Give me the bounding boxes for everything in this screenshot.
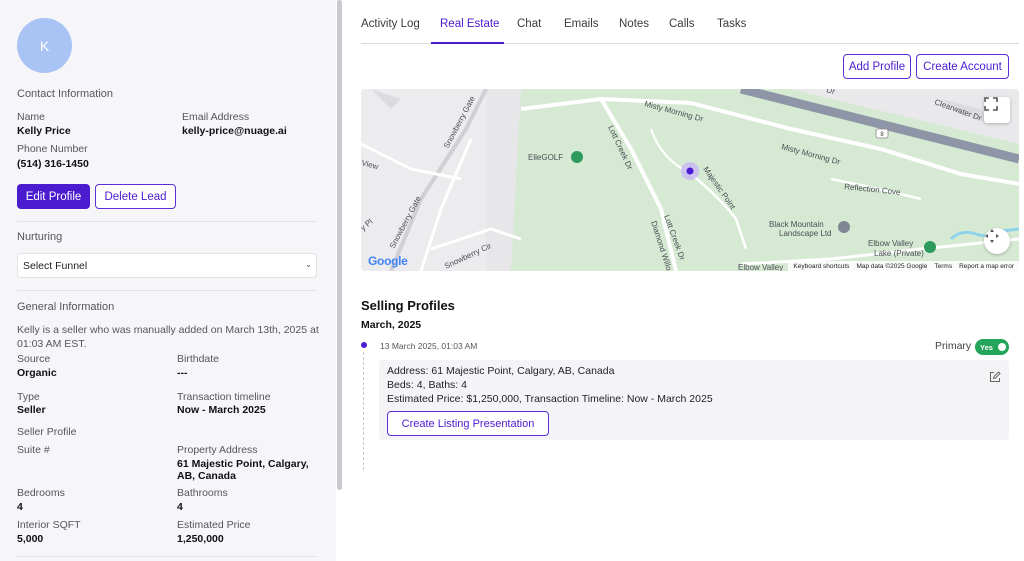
google-logo-text: Google [368,254,408,268]
active-tab-indicator [431,42,504,44]
create-listing-presentation-button[interactable]: Create Listing Presentation [387,411,549,436]
phone-value: (514) 316-1450 [17,158,89,170]
divider [17,556,317,557]
keyboard-shortcuts-link[interactable]: Keyboard shortcuts [793,263,849,270]
transaction-timeline-value: Now - March 2025 [177,404,266,416]
nurturing-title: Nurturing [17,231,63,243]
map-label: Lake (Private) [874,249,924,258]
avatar: K [17,18,72,73]
tab-calls[interactable]: Calls [669,18,695,30]
business-pin-icon [838,221,850,233]
tab-chat[interactable]: Chat [517,18,541,30]
funnel-select-value: Select Funnel [23,259,88,272]
property-map[interactable]: 8 Misty Morning Dr Misty Morning Dr Lott… [361,89,1019,271]
map-label: Landscape Ltd [779,229,832,238]
create-account-button[interactable]: Create Account [916,54,1009,79]
phone-label: Phone Number [17,143,88,155]
seller-profile-title: Seller Profile [17,426,77,438]
birthdate-label: Birthdate [177,353,220,365]
estimated-price-value: 1,250,000 [177,533,224,545]
timeline-dot [361,342,367,348]
park-pin-icon [924,241,936,253]
chevron-down-icon: ⌄ [305,260,312,269]
estimated-price-label: Estimated Price [177,519,251,531]
property-address-value: 61 Majestic Point, Calgary, AB, Canada [177,458,309,482]
report-map-error-link[interactable]: Report a map error [959,263,1014,270]
lead-detail-page: K Contact Information Name Kelly Price E… [0,0,1024,561]
sqft-value: 5,000 [17,533,44,545]
funnel-select[interactable]: Select Funnel ⌄ [17,253,317,278]
timeline-line [363,352,364,470]
divider [17,290,317,291]
map-label: Elbow Valley [868,239,913,248]
map-label: ElleGOLF [528,153,563,162]
fullscreen-button[interactable] [984,97,1010,123]
profile-price-timeline: Estimated Price: $1,250,000, Transaction… [387,393,713,405]
source-label: Source [17,353,51,365]
avatar-initial: K [39,37,50,54]
edit-icon [990,371,1001,382]
divider [17,221,317,222]
name-value: Kelly Price [17,125,71,137]
toggle-knob [998,343,1006,351]
birthdate-value: --- [177,367,188,379]
tab-tasks[interactable]: Tasks [717,18,746,30]
bedrooms-value: 4 [17,501,23,513]
bathrooms-value: 4 [177,501,183,513]
profile-address: Address: 61 Majestic Point, Calgary, AB,… [387,365,615,377]
tab-emails[interactable]: Emails [564,18,599,30]
map-pan-button[interactable] [984,228,1010,254]
edit-profile-button[interactable]: Edit Profile [17,184,90,209]
selling-profile-card: Address: 61 Majestic Point, Calgary, AB,… [379,360,1009,440]
primary-toggle-text: Yes [980,342,993,352]
map-data-text: Map data ©2025 Google [856,262,928,270]
general-info-title: General Information [17,301,115,313]
fullscreen-icon [984,97,998,111]
tab-notes[interactable]: Notes [619,18,649,30]
sqft-label: Interior SQFT [17,519,81,531]
pan-arrows-icon [985,229,999,243]
name-label: Name [17,111,46,123]
bedrooms-label: Bedrooms [17,487,65,499]
tab-real-estate[interactable]: Real Estate [440,18,499,30]
primary-toggle[interactable]: Yes [975,339,1009,355]
profile-timestamp: 13 March 2025, 01:03 AM [380,341,478,351]
email-label: Email Address [182,111,250,123]
type-value: Seller [17,404,46,416]
edit-profile-card-button[interactable] [989,370,1001,388]
profile-beds-baths: Beds: 4, Baths: 4 [387,379,467,391]
lead-description: Kelly is a seller who was manually added… [17,324,319,350]
email-value: kelly-price@nuage.ai [182,125,287,137]
lead-sidebar: K Contact Information Name Kelly Price E… [0,0,336,561]
sidebar-scrollbar[interactable] [337,0,342,490]
source-value: Organic [17,367,57,379]
primary-label: Primary [935,340,972,352]
terms-link[interactable]: Terms [934,263,952,270]
map-label: Black Mountain [769,220,824,229]
map-credits: Keyboard shortcuts Map data ©2025 Google… [788,261,1019,271]
selling-profiles-title: Selling Profiles [361,298,455,313]
tab-activity-log[interactable]: Activity Log [361,18,420,30]
property-marker[interactable] [686,167,694,175]
contact-info-title: Contact Information [17,88,113,100]
bathrooms-label: Bathrooms [177,487,228,499]
selling-profiles-month: March, 2025 [361,319,422,331]
map-label: Elbow Valley [738,263,783,271]
add-profile-button[interactable]: Add Profile [843,54,911,79]
transaction-timeline-label: Transaction timeline [177,391,271,403]
delete-lead-button[interactable]: Delete Lead [95,184,176,209]
type-label: Type [17,391,40,403]
golf-icon [571,151,583,163]
suite-label: Suite # [17,444,50,456]
property-address-label: Property Address [177,444,258,456]
google-logo: Google [368,254,408,268]
map-canvas: 8 Misty Morning Dr Misty Morning Dr Lott… [361,89,1019,271]
